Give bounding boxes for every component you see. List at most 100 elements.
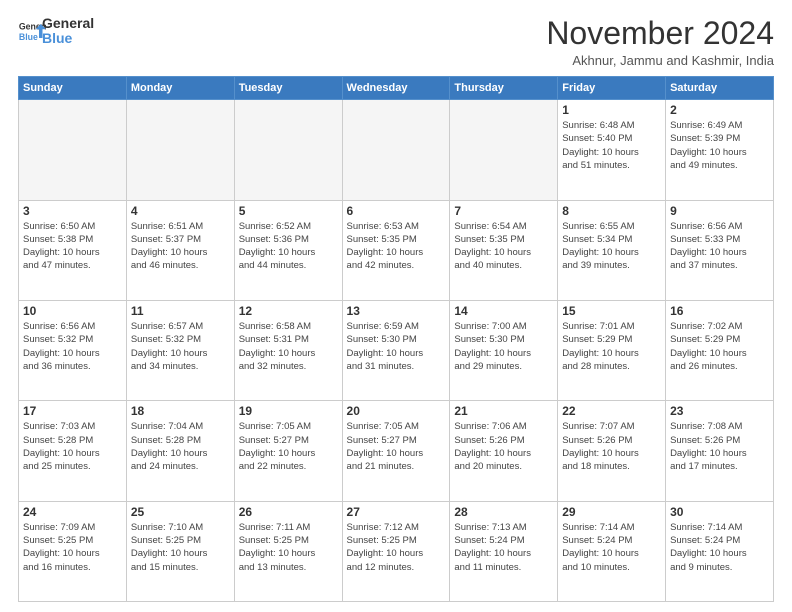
day-number: 22 — [562, 404, 661, 418]
calendar-cell: 21 Sunrise: 7:06 AM Sunset: 5:26 PM Dayli… — [450, 401, 558, 501]
calendar-cell: 6 Sunrise: 6:53 AM Sunset: 5:35 PM Daylig… — [342, 200, 450, 300]
header-friday: Friday — [558, 77, 666, 100]
day-number: 2 — [670, 103, 769, 117]
calendar-cell: 26Sunrise: 7:11 AM Sunset: 5:25 PM Dayli… — [234, 501, 342, 601]
page: General Blue General Blue November 2024 … — [0, 0, 792, 612]
calendar-cell: 19Sunrise: 7:05 AM Sunset: 5:27 PM Dayli… — [234, 401, 342, 501]
day-info: Sunrise: 7:14 AM Sunset: 5:24 PM Dayligh… — [562, 521, 661, 574]
day-info: Sunrise: 7:04 AM Sunset: 5:28 PM Dayligh… — [131, 420, 230, 473]
calendar-cell: 3 Sunrise: 6:50 AM Sunset: 5:38 PM Daylig… — [19, 200, 127, 300]
calendar-cell: 14Sunrise: 7:00 AM Sunset: 5:30 PM Dayli… — [450, 300, 558, 400]
calendar-cell: 27 Sunrise: 7:12 AM Sunset: 5:25 PM Dayli… — [342, 501, 450, 601]
day-number: 28 — [454, 505, 553, 519]
calendar-cell: 20 Sunrise: 7:05 AM Sunset: 5:27 PM Dayli… — [342, 401, 450, 501]
day-number: 19 — [239, 404, 338, 418]
calendar-cell: 4 Sunrise: 6:51 AM Sunset: 5:37 PM Daylig… — [126, 200, 234, 300]
day-number: 13 — [347, 304, 446, 318]
calendar-week-1: 1 Sunrise: 6:48 AM Sunset: 5:40 PM Daylig… — [19, 100, 774, 200]
day-number: 26 — [239, 505, 338, 519]
location-subtitle: Akhnur, Jammu and Kashmir, India — [546, 53, 774, 68]
day-info: Sunrise: 7:12 AM Sunset: 5:25 PM Dayligh… — [347, 521, 446, 574]
day-number: 3 — [23, 204, 122, 218]
day-info: Sunrise: 6:54 AM Sunset: 5:35 PM Dayligh… — [454, 220, 553, 273]
calendar-cell: 12 Sunrise: 6:58 AM Sunset: 5:31 PM Dayli… — [234, 300, 342, 400]
calendar-cell: 15 Sunrise: 7:01 AM Sunset: 5:29 PM Dayli… — [558, 300, 666, 400]
day-info: Sunrise: 6:49 AM Sunset: 5:39 PM Dayligh… — [670, 119, 769, 172]
day-number: 24 — [23, 505, 122, 519]
calendar-cell: 10 Sunrise: 6:56 AM Sunset: 5:32 PM Dayli… — [19, 300, 127, 400]
header-tuesday: Tuesday — [234, 77, 342, 100]
calendar-header-row: SundayMondayTuesdayWednesdayThursdayFrid… — [19, 77, 774, 100]
calendar-cell: 9Sunrise: 6:56 AM Sunset: 5:33 PM Daylig… — [666, 200, 774, 300]
day-number: 21 — [454, 404, 553, 418]
day-info: Sunrise: 6:55 AM Sunset: 5:34 PM Dayligh… — [562, 220, 661, 273]
calendar-week-4: 17Sunrise: 7:03 AM Sunset: 5:28 PM Dayli… — [19, 401, 774, 501]
calendar-cell: 13Sunrise: 6:59 AM Sunset: 5:30 PM Dayli… — [342, 300, 450, 400]
day-number: 11 — [131, 304, 230, 318]
day-number: 12 — [239, 304, 338, 318]
logo: General Blue General Blue — [18, 16, 94, 47]
calendar-cell: 22 Sunrise: 7:07 AM Sunset: 5:26 PM Dayli… — [558, 401, 666, 501]
day-info: Sunrise: 7:09 AM Sunset: 5:25 PM Dayligh… — [23, 521, 122, 574]
day-info: Sunrise: 6:56 AM Sunset: 5:32 PM Dayligh… — [23, 320, 122, 373]
day-info: Sunrise: 7:07 AM Sunset: 5:26 PM Dayligh… — [562, 420, 661, 473]
calendar-cell: 2 Sunrise: 6:49 AM Sunset: 5:39 PM Daylig… — [666, 100, 774, 200]
day-info: Sunrise: 6:56 AM Sunset: 5:33 PM Dayligh… — [670, 220, 769, 273]
day-info: Sunrise: 7:14 AM Sunset: 5:24 PM Dayligh… — [670, 521, 769, 574]
header-wednesday: Wednesday — [342, 77, 450, 100]
day-info: Sunrise: 6:53 AM Sunset: 5:35 PM Dayligh… — [347, 220, 446, 273]
header-monday: Monday — [126, 77, 234, 100]
day-info: Sunrise: 6:58 AM Sunset: 5:31 PM Dayligh… — [239, 320, 338, 373]
day-number: 5 — [239, 204, 338, 218]
day-number: 25 — [131, 505, 230, 519]
day-number: 7 — [454, 204, 553, 218]
calendar-cell — [342, 100, 450, 200]
calendar-cell — [19, 100, 127, 200]
day-number: 27 — [347, 505, 446, 519]
calendar-cell: 28Sunrise: 7:13 AM Sunset: 5:24 PM Dayli… — [450, 501, 558, 601]
day-number: 16 — [670, 304, 769, 318]
calendar-cell — [126, 100, 234, 200]
calendar-cell: 1 Sunrise: 6:48 AM Sunset: 5:40 PM Daylig… — [558, 100, 666, 200]
calendar-cell: 18 Sunrise: 7:04 AM Sunset: 5:28 PM Dayli… — [126, 401, 234, 501]
day-number: 15 — [562, 304, 661, 318]
day-number: 8 — [562, 204, 661, 218]
calendar-cell: 30Sunrise: 7:14 AM Sunset: 5:24 PM Dayli… — [666, 501, 774, 601]
header-thursday: Thursday — [450, 77, 558, 100]
calendar-cell: 11 Sunrise: 6:57 AM Sunset: 5:32 PM Dayli… — [126, 300, 234, 400]
day-number: 20 — [347, 404, 446, 418]
day-number: 18 — [131, 404, 230, 418]
day-number: 4 — [131, 204, 230, 218]
day-info: Sunrise: 7:06 AM Sunset: 5:26 PM Dayligh… — [454, 420, 553, 473]
day-info: Sunrise: 6:52 AM Sunset: 5:36 PM Dayligh… — [239, 220, 338, 273]
day-number: 10 — [23, 304, 122, 318]
header-sunday: Sunday — [19, 77, 127, 100]
day-info: Sunrise: 6:50 AM Sunset: 5:38 PM Dayligh… — [23, 220, 122, 273]
day-number: 29 — [562, 505, 661, 519]
day-info: Sunrise: 7:08 AM Sunset: 5:26 PM Dayligh… — [670, 420, 769, 473]
day-info: Sunrise: 6:51 AM Sunset: 5:37 PM Dayligh… — [131, 220, 230, 273]
calendar-cell: 8 Sunrise: 6:55 AM Sunset: 5:34 PM Daylig… — [558, 200, 666, 300]
day-info: Sunrise: 7:00 AM Sunset: 5:30 PM Dayligh… — [454, 320, 553, 373]
day-number: 23 — [670, 404, 769, 418]
calendar-week-5: 24 Sunrise: 7:09 AM Sunset: 5:25 PM Dayli… — [19, 501, 774, 601]
day-info: Sunrise: 7:05 AM Sunset: 5:27 PM Dayligh… — [347, 420, 446, 473]
title-block: November 2024 Akhnur, Jammu and Kashmir,… — [546, 16, 774, 68]
calendar-week-3: 10 Sunrise: 6:56 AM Sunset: 5:32 PM Dayli… — [19, 300, 774, 400]
calendar-week-2: 3 Sunrise: 6:50 AM Sunset: 5:38 PM Daylig… — [19, 200, 774, 300]
day-info: Sunrise: 7:03 AM Sunset: 5:28 PM Dayligh… — [23, 420, 122, 473]
day-number: 6 — [347, 204, 446, 218]
day-number: 1 — [562, 103, 661, 117]
day-info: Sunrise: 6:57 AM Sunset: 5:32 PM Dayligh… — [131, 320, 230, 373]
calendar-cell — [234, 100, 342, 200]
calendar-cell: 16Sunrise: 7:02 AM Sunset: 5:29 PM Dayli… — [666, 300, 774, 400]
day-info: Sunrise: 6:48 AM Sunset: 5:40 PM Dayligh… — [562, 119, 661, 172]
logo-blue: Blue — [42, 31, 94, 46]
day-info: Sunrise: 7:01 AM Sunset: 5:29 PM Dayligh… — [562, 320, 661, 373]
calendar-cell: 23 Sunrise: 7:08 AM Sunset: 5:26 PM Dayli… — [666, 401, 774, 501]
calendar-cell: 7 Sunrise: 6:54 AM Sunset: 5:35 PM Daylig… — [450, 200, 558, 300]
calendar-cell: 25 Sunrise: 7:10 AM Sunset: 5:25 PM Dayli… — [126, 501, 234, 601]
day-info: Sunrise: 7:10 AM Sunset: 5:25 PM Dayligh… — [131, 521, 230, 574]
calendar-cell — [450, 100, 558, 200]
header: General Blue General Blue November 2024 … — [18, 16, 774, 68]
